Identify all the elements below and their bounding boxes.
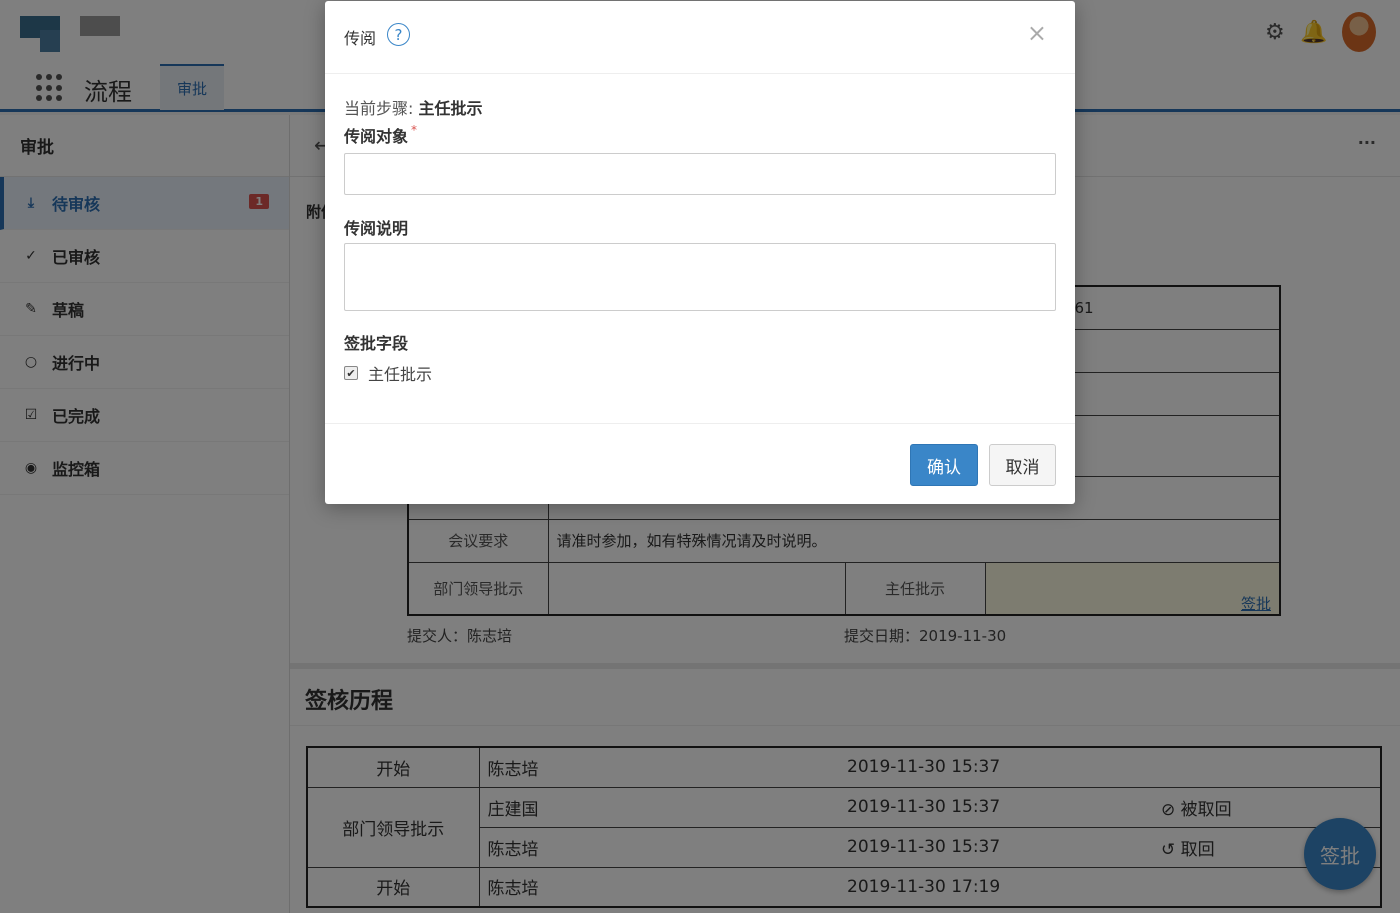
note-label: 传阅说明 bbox=[344, 219, 409, 238]
dialog-header: 传阅 ? × bbox=[325, 1, 1075, 74]
note-textarea[interactable] bbox=[344, 243, 1056, 311]
current-step-value: 主任批示 bbox=[418, 99, 483, 118]
close-icon[interactable]: × bbox=[1027, 19, 1047, 47]
target-label: 传阅对象 * bbox=[344, 123, 417, 147]
help-icon[interactable]: ? bbox=[387, 23, 410, 46]
dialog-title: 传阅 bbox=[344, 29, 377, 48]
current-step-label: 当前步骤: bbox=[344, 99, 414, 118]
confirm-button[interactable]: 确认 bbox=[910, 444, 978, 486]
circulate-dialog: 传阅 ? × 当前步骤: 主任批示 传阅对象 * 传阅说明 签批字段 ✔ 主任批示… bbox=[325, 1, 1075, 504]
cancel-button[interactable]: 取消 bbox=[989, 444, 1056, 486]
sign-field-option[interactable]: ✔ 主任批示 bbox=[344, 361, 432, 385]
target-input[interactable] bbox=[344, 153, 1056, 195]
sign-field-option-label: 主任批示 bbox=[368, 365, 433, 384]
current-step: 当前步骤: 主任批示 bbox=[344, 95, 483, 119]
target-label-text: 传阅对象 bbox=[344, 127, 409, 146]
required-mark: * bbox=[411, 123, 418, 137]
sign-field-label: 签批字段 bbox=[344, 334, 409, 353]
dialog-footer: 确认 取消 bbox=[325, 423, 1075, 504]
checkbox-checked-icon[interactable]: ✔ bbox=[344, 366, 358, 380]
